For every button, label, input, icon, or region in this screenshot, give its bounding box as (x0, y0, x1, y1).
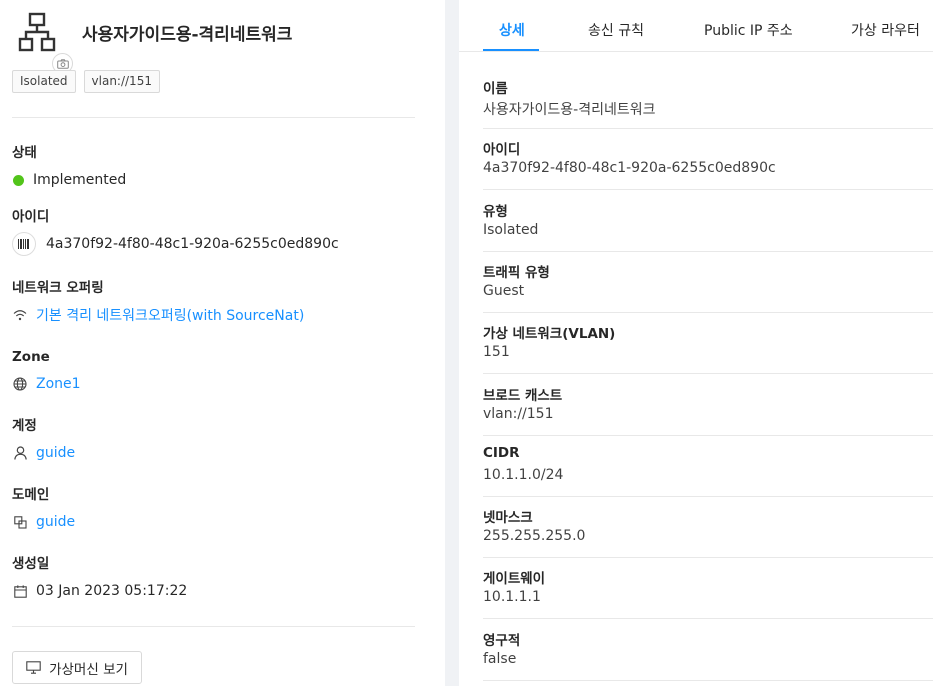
network-offering-label: 네트워크 오퍼링 (12, 280, 104, 296)
id-field: 아이디 4a370f92-4f80-48c1-920a-6255c0ed890c (12, 207, 432, 256)
detail-label: 이름 (483, 81, 508, 97)
detail-row-vlan: 가상 네트워크(VLAN) 151 (483, 312, 933, 375)
detail-row-name: 이름사용자가이드용-격리네트워크 (483, 67, 933, 129)
account-link[interactable]: guide (36, 445, 75, 461)
domain-label: 도메인 (12, 487, 50, 503)
desktop-icon (26, 661, 41, 674)
detail-value: Guest (483, 282, 525, 299)
network-icon (18, 12, 56, 52)
detail-row-gateway: 게이트웨이 10.1.1.1 (483, 557, 933, 620)
detail-value: 255.255.255.0 (483, 528, 586, 545)
barcode-icon[interactable] (12, 232, 36, 256)
detail-row-type: 유형 Isolated (483, 190, 933, 252)
detail-row-cidr: CIDR 10.1.1.0/24 (483, 435, 933, 497)
calendar-icon (12, 583, 28, 599)
divider (12, 117, 415, 118)
status-label: 상태 (12, 145, 37, 161)
tab-egress-rules[interactable]: 송신 규칙 (588, 20, 644, 40)
id-label: 아이디 (12, 209, 50, 225)
account-field: 계정 guide (12, 416, 432, 463)
tab-public-ip[interactable]: Public IP 주소 (704, 20, 793, 40)
zone-link[interactable]: Zone1 (36, 376, 81, 392)
detail-row-netmask: 넷마스크 255.255.255.0 (483, 496, 933, 559)
detail-row-persistent: 영구적 false (483, 619, 933, 681)
vlan-tag: vlan://151 (83, 70, 160, 93)
status-indicator (13, 174, 24, 186)
detail-value: vlan://151 (483, 405, 554, 422)
user-icon (12, 445, 28, 461)
detail-label: CIDR (483, 444, 520, 461)
detail-row-broadcast-uri: 브로드 캐스트 vlan://151 (483, 374, 933, 436)
network-offering-link[interactable]: 기본 격리 네트워크오퍼링(with SourceNat) (36, 305, 304, 325)
camera-icon (56, 58, 69, 69)
created-value: 03 Jan 2023 05:17:22 (36, 583, 188, 599)
detail-label: 유형 (483, 203, 508, 220)
detail-value: 4a370f92-4f80-48c1-920a-6255c0ed890c (483, 160, 776, 177)
globe-icon (12, 376, 28, 392)
detail-value: 사용자가이드용-격리네트워크 (483, 102, 656, 118)
id-value: 4a370f92-4f80-48c1-920a-6255c0ed890c (46, 236, 339, 252)
tab-active-indicator (483, 49, 539, 51)
zone-field: Zone Zone1 (12, 347, 432, 394)
detail-label: 브로드 캐스트 (483, 387, 563, 404)
status-value: Implemented (33, 172, 127, 188)
domain-link[interactable]: guide (36, 514, 75, 530)
page-title: 사용자가이드용-격리네트워크 (82, 25, 293, 45)
created-field: 생성일 03 Jan 2023 05:17:22 (12, 554, 432, 601)
tab-virtual-router[interactable]: 가상 라우터 (851, 20, 920, 40)
resource-info-card: 사용자가이드용-격리네트워크 Isolated vlan://151 상태 Im… (0, 0, 445, 686)
detail-label: 넷마스크 (483, 510, 533, 527)
tab-bar: 상세 송신 규칙 Public IP 주소 가상 라우터 (459, 0, 933, 52)
network-offering-field: 네트워크 오퍼링 기본 격리 네트워크오퍼링(with SourceNat) (12, 278, 432, 325)
created-label: 생성일 (12, 556, 50, 572)
detail-value: 10.1.1.1 (483, 589, 541, 606)
wifi-icon (12, 307, 28, 323)
detail-label: 가상 네트워크(VLAN) (483, 326, 616, 343)
detail-row-traffic-type: 트래픽 유형 Guest (483, 251, 933, 313)
block-icon (12, 514, 28, 530)
account-label: 계정 (12, 418, 37, 434)
detail-value: Isolated (483, 221, 539, 238)
zone-label: Zone (12, 349, 50, 365)
view-vms-label: 가상머신 보기 (49, 661, 128, 678)
view-vms-button[interactable]: 가상머신 보기 (12, 651, 142, 684)
detail-label: 게이트웨이 (483, 571, 546, 588)
detail-value: 10.1.1.0/24 (483, 466, 564, 483)
detail-value: false (483, 650, 517, 667)
tab-details[interactable]: 상세 (499, 20, 525, 40)
detail-value: 151 (483, 344, 510, 361)
domain-field: 도메인 guide (12, 485, 432, 532)
detail-tabs-card: 상세 송신 규칙 Public IP 주소 가상 라우터 이름사용자가이드용-격… (459, 0, 933, 686)
detail-row-id: 아이디 4a370f92-4f80-48c1-920a-6255c0ed890c (483, 128, 933, 191)
tag-list: Isolated vlan://151 (12, 70, 160, 93)
detail-label: 아이디 (483, 142, 521, 159)
detail-label: 트래픽 유형 (483, 264, 550, 281)
divider (12, 626, 415, 627)
detail-label: 영구적 (483, 632, 521, 649)
type-tag: Isolated (12, 70, 76, 93)
status-field: 상태 Implemented (12, 143, 432, 190)
